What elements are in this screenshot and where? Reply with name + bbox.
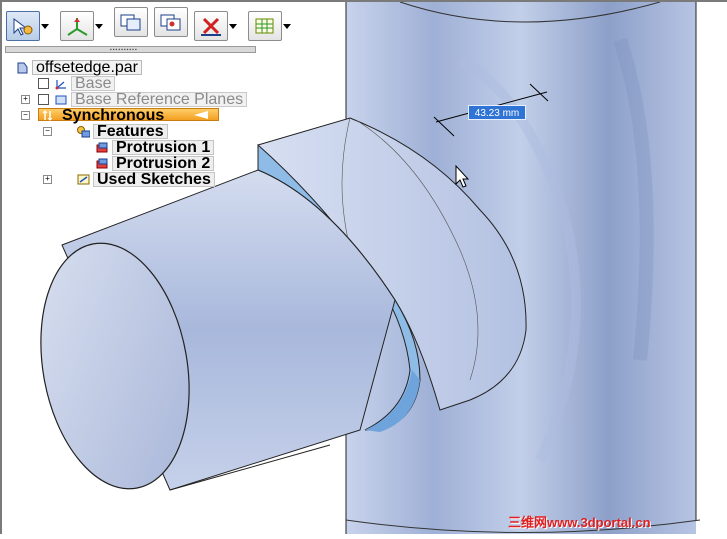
tree-item-label: Features xyxy=(93,123,168,139)
red-x-icon xyxy=(201,17,221,36)
protrusion-icon xyxy=(96,158,108,168)
part-file-icon xyxy=(17,62,28,73)
grid-pattern-icon xyxy=(255,18,274,34)
tree-item-label: Synchronous xyxy=(62,106,165,124)
command-toolbar xyxy=(6,7,296,45)
tree-item-label: Base Reference Planes xyxy=(71,91,248,107)
tree-item-base[interactable]: Base xyxy=(38,75,116,91)
window-stack-icon xyxy=(120,14,141,31)
tree-root[interactable]: offsetedge.par xyxy=(15,59,143,75)
dimension-value-box[interactable]: 43.23 mm xyxy=(468,105,526,120)
arrow-left-icon xyxy=(194,111,208,119)
chevron-down-icon[interactable] xyxy=(95,23,103,29)
synchronous-arrows-icon xyxy=(42,109,53,121)
tree-item-label: Protrusion 2 xyxy=(112,155,215,171)
expand-toggle[interactable]: + xyxy=(21,95,30,104)
coordinate-axes-icon xyxy=(67,18,88,36)
collapse-toggle[interactable]: − xyxy=(43,127,52,136)
tree-item-base-reference-planes[interactable]: Base Reference Planes xyxy=(38,91,248,107)
relate-icon xyxy=(160,14,181,31)
root-file-label: offsetedge.par xyxy=(32,59,143,75)
tree-item-label: Used Sketches xyxy=(93,171,215,187)
visibility-checkbox[interactable] xyxy=(38,93,49,105)
protrusion-icon xyxy=(96,142,108,152)
select-tool-button[interactable] xyxy=(6,11,40,41)
tree-item-label: Base xyxy=(71,75,116,91)
relate-tool-button[interactable] xyxy=(154,7,188,37)
chevron-down-icon[interactable] xyxy=(229,23,237,29)
watermark-text: 三维网www.3dportal.cn xyxy=(508,515,651,530)
reference-planes-icon xyxy=(55,95,67,104)
view-orientation-button[interactable] xyxy=(114,7,148,37)
delete-tool-button[interactable] xyxy=(194,11,228,41)
base-coordinate-icon xyxy=(55,79,66,89)
chevron-down-icon[interactable] xyxy=(41,23,49,29)
tree-item-label: Protrusion 1 xyxy=(112,139,215,155)
tree-item-features[interactable]: Features xyxy=(76,123,168,139)
features-icon xyxy=(77,125,90,137)
chevron-down-icon[interactable] xyxy=(283,23,291,29)
panel-splitter[interactable]: ▪▪▪▪▪▪▪▪▪▪ xyxy=(5,46,256,53)
sketch-plane-button[interactable] xyxy=(60,11,94,41)
tree-item-synchronous[interactable]: Synchronous xyxy=(42,106,167,124)
collapse-toggle[interactable]: − xyxy=(21,111,30,120)
window-frame-top xyxy=(0,0,727,2)
window-frame-left xyxy=(0,0,2,534)
sketch-icon xyxy=(77,174,90,184)
tree-item-protrusion-2[interactable]: Protrusion 2 xyxy=(95,155,215,171)
pattern-tool-button[interactable] xyxy=(248,11,282,41)
tree-item-protrusion-1[interactable]: Protrusion 1 xyxy=(95,139,215,155)
tree-item-used-sketches[interactable]: Used Sketches xyxy=(76,171,215,187)
select-arrow-icon xyxy=(13,18,33,36)
visibility-checkbox[interactable] xyxy=(38,77,49,89)
expand-toggle[interactable]: + xyxy=(43,175,52,184)
